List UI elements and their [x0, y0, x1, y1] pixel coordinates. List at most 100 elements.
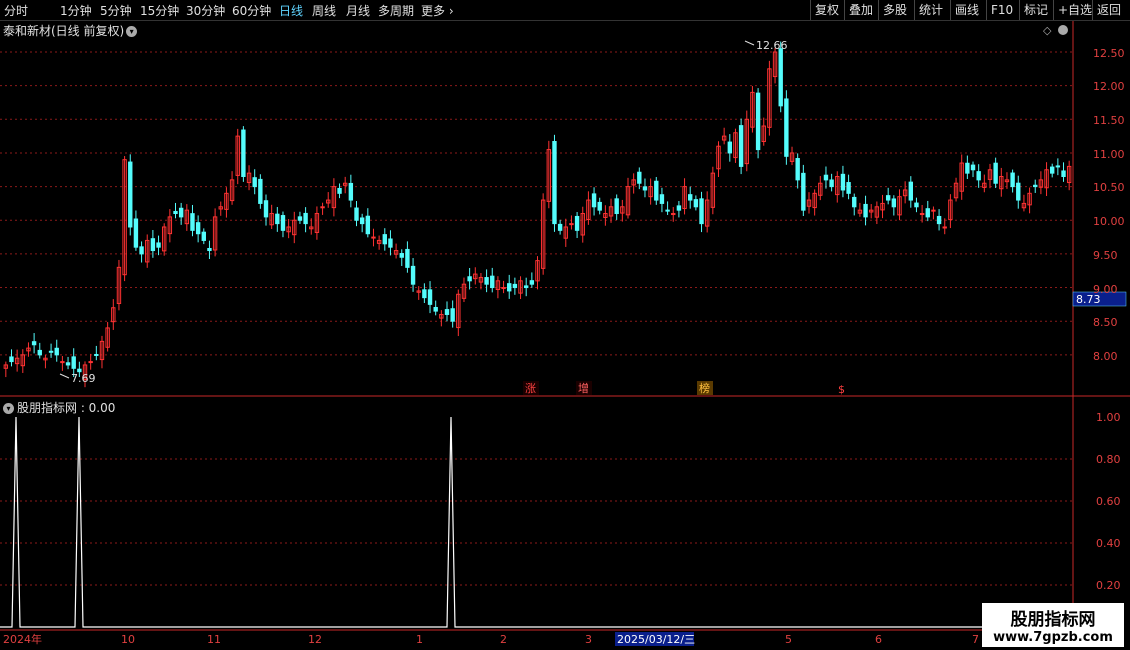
candlesticks: [3, 41, 1072, 388]
ind-tick-100: 1.00: [1096, 411, 1121, 424]
candle-down: [840, 173, 846, 191]
marker-zhang: 涨: [525, 382, 536, 395]
candle-up: [671, 213, 676, 216]
date-tick-12: 12: [308, 633, 322, 646]
candle-up: [371, 236, 376, 239]
candle-down: [31, 341, 37, 346]
candle-down: [823, 174, 829, 181]
candle-down: [71, 356, 76, 369]
price-tick-950: 9.50: [1093, 249, 1118, 262]
candle-down: [133, 218, 139, 248]
candle-down: [337, 187, 342, 194]
candle-down: [444, 309, 450, 315]
candle-down: [1055, 165, 1061, 168]
candle-down: [388, 238, 393, 248]
candle-down: [156, 242, 161, 248]
ind-tick-040: 0.40: [1096, 537, 1121, 550]
candle-down: [484, 277, 489, 285]
candle-down: [829, 179, 834, 188]
ind-tick-080: 0.80: [1096, 453, 1121, 466]
candle-down: [676, 205, 682, 211]
candle-down: [297, 216, 303, 221]
high-pointer: [744, 40, 755, 46]
kline-chart[interactable]: 8.73 12.50 12.00 11.50 11.00 10.50 10.00…: [0, 0, 1130, 650]
price-tick-850: 8.50: [1093, 316, 1118, 329]
candle-down: [173, 210, 178, 215]
date-tick-3: 3: [585, 633, 592, 646]
candle-down: [190, 213, 195, 231]
candle-down: [37, 349, 42, 356]
date-tick-7: 7: [972, 633, 979, 646]
candle-down: [128, 161, 133, 228]
ind-tick-060: 0.60: [1096, 495, 1121, 508]
candle-down: [523, 285, 529, 289]
candle-down: [1050, 166, 1055, 174]
candle-down: [178, 207, 184, 218]
candle-down: [755, 92, 761, 151]
candle-up: [942, 226, 947, 229]
candle-down: [139, 246, 144, 255]
candle-down: [450, 308, 455, 322]
price-tick-900: 9.00: [1093, 283, 1118, 296]
candle-down: [659, 194, 665, 204]
price-tick-1250: 12.50: [1093, 47, 1125, 60]
candle-down: [1061, 170, 1066, 178]
candle-down: [399, 253, 404, 258]
axes: 8.73 12.50 12.00 11.50 11.00 10.50 10.00…: [0, 21, 1130, 646]
candle-down: [507, 283, 512, 292]
price-tick-1200: 12.00: [1093, 80, 1125, 93]
candle-down: [914, 202, 919, 208]
candle-up: [569, 223, 574, 226]
date-tick-1: 1: [416, 633, 423, 646]
candle-down: [738, 125, 744, 167]
date-tick-6: 6: [875, 633, 882, 646]
price-tick-1050: 10.50: [1093, 181, 1125, 194]
candle-down: [54, 347, 59, 356]
candle-up: [931, 209, 936, 212]
indicator-name: 股朋指标网 : 0.00: [17, 401, 116, 415]
candle-down: [778, 48, 783, 107]
candle-down: [557, 223, 563, 231]
date-tick-10: 10: [121, 633, 135, 646]
candle-down: [891, 198, 897, 208]
candle-down: [150, 238, 156, 252]
candle-down: [688, 194, 693, 201]
candle-down: [965, 162, 970, 174]
ind-tick-020: 0.20: [1096, 579, 1121, 592]
candle-down: [976, 171, 981, 181]
candle-down: [195, 222, 201, 235]
candle-up: [88, 361, 93, 364]
date-tick-2024: 2024年: [3, 632, 42, 646]
candle-down: [382, 234, 387, 245]
candle-down: [654, 180, 659, 201]
candle-down: [795, 158, 800, 181]
candle-down: [359, 217, 365, 225]
watermark: 股朋指标网 www.7gpzb.com: [982, 603, 1124, 647]
watermark-url: www.7gpzb.com: [993, 630, 1113, 645]
candle-down: [252, 177, 257, 188]
stock-name: 泰和新材(日线 前复权): [3, 24, 125, 38]
candle-down: [925, 208, 930, 218]
candle-down: [280, 215, 286, 231]
indicator-line: [0, 416, 1072, 628]
candle-down: [207, 248, 212, 252]
candle-down: [993, 162, 998, 184]
candle-down: [693, 199, 699, 208]
chevron-down-icon[interactable]: ▾: [126, 26, 138, 37]
candle-down: [354, 207, 359, 221]
candle-down: [908, 181, 913, 201]
stock-title[interactable]: 泰和新材(日线 前复权) ▾: [3, 22, 138, 39]
candle-down: [699, 198, 704, 225]
price-tick-1000: 10.00: [1093, 215, 1125, 228]
candle-down: [665, 209, 670, 212]
candle-down: [467, 276, 472, 282]
candle-down: [591, 193, 597, 208]
candle-down: [784, 98, 789, 157]
low-pointer: [59, 373, 70, 379]
candle-down: [614, 198, 619, 215]
candle-down: [365, 215, 371, 235]
price-tick-1150: 11.50: [1093, 114, 1125, 127]
indicator-title[interactable]: ▾ 股朋指标网 : 0.00: [3, 399, 115, 416]
collapse-icon[interactable]: ▾: [3, 403, 14, 414]
candle-down: [552, 141, 557, 225]
